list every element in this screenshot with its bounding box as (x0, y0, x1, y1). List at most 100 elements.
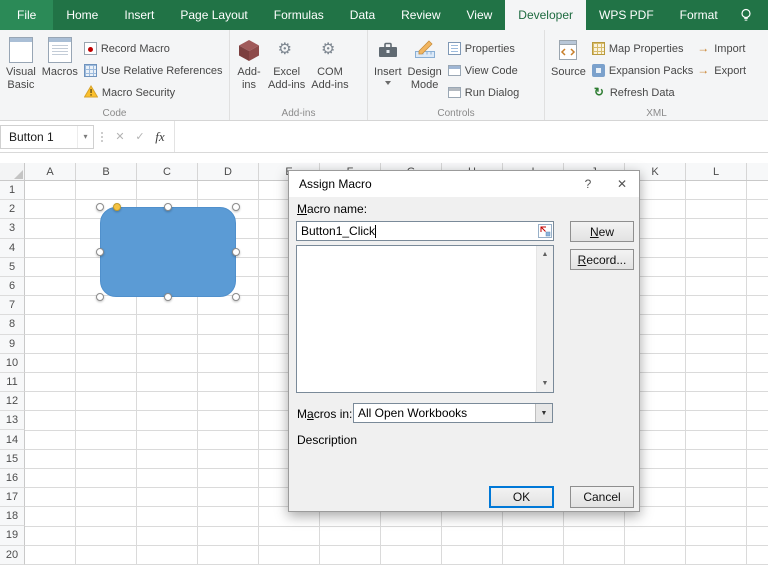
tab-data[interactable]: Data (337, 0, 388, 30)
scroll-down-icon[interactable]: ▼ (537, 375, 553, 392)
scroll-up-icon[interactable]: ▲ (537, 246, 553, 263)
record-macro-button[interactable]: Record Macro (83, 41, 223, 56)
row-header-16[interactable]: 16 (0, 468, 25, 488)
row-header-4[interactable]: 4 (0, 238, 25, 258)
visual-basic-button[interactable]: Visual Basic (3, 32, 39, 106)
refresh-data-button[interactable]: ↻ Refresh Data (592, 85, 693, 100)
com-addins-button[interactable]: ⚙ COM Add-ins (308, 32, 351, 106)
dialog-help-button[interactable]: ? (571, 171, 605, 197)
row-header-13[interactable]: 13 (0, 411, 25, 431)
column-header-M[interactable]: M (747, 163, 768, 180)
macros-in-select[interactable]: All Open Workbooks ▼ (353, 403, 553, 423)
grid-line-vertical (685, 181, 686, 565)
tab-page-layout[interactable]: Page Layout (167, 0, 260, 30)
tab-developer[interactable]: Developer (505, 0, 586, 30)
collapse-dialog-icon[interactable] (538, 224, 552, 238)
ribbon-tab-bar: File Home Insert Page Layout Formulas Data Rev… (0, 0, 768, 30)
ok-button[interactable]: OK (489, 486, 554, 508)
row-header-11[interactable]: 11 (0, 372, 25, 393)
row-header-14[interactable]: 14 (0, 430, 25, 450)
cancel-button[interactable]: Cancel (570, 486, 634, 508)
properties-button[interactable]: Properties (447, 41, 519, 56)
row-header-18[interactable]: 18 (0, 507, 25, 527)
addins-button[interactable]: Add- ins (233, 32, 265, 106)
row-header-2[interactable]: 2 (0, 200, 25, 220)
import-button[interactable]: → Import (696, 41, 746, 56)
row-header-7[interactable]: 7 (0, 296, 25, 316)
shape-handle-bottom-middle[interactable] (164, 293, 172, 301)
row-header-6[interactable]: 6 (0, 276, 25, 297)
column-header-B[interactable]: B (76, 163, 137, 180)
tab-home[interactable]: Home (53, 0, 111, 30)
shape-handle-middle-right[interactable] (232, 248, 240, 256)
tab-review[interactable]: Review (388, 0, 453, 30)
record-button[interactable]: Record... (570, 249, 634, 270)
xml-source-icon (556, 37, 580, 63)
use-relative-references-button[interactable]: Use Relative References (83, 63, 223, 78)
ribbon-group-code: Visual Basic Macros Record Macro Use Rel… (0, 30, 230, 120)
tab-file[interactable]: File (0, 0, 54, 30)
row-header-19[interactable]: 19 (0, 526, 25, 546)
run-dialog-button[interactable]: Run Dialog (447, 85, 519, 100)
design-mode-button[interactable]: Design Mode (405, 32, 445, 106)
row-header-8[interactable]: 8 (0, 315, 25, 335)
macro-name-input[interactable]: Button1_Click (296, 221, 554, 241)
ribbon: Visual Basic Macros Record Macro Use Rel… (0, 30, 768, 121)
formula-cancel-icon[interactable]: ✕ (110, 130, 130, 143)
row-header-1[interactable]: 1 (0, 181, 25, 201)
shape-handle-bottom-left[interactable] (96, 293, 104, 301)
tab-format[interactable]: Format (667, 0, 731, 30)
excel-addins-button[interactable]: ⚙ Excel Add-ins (265, 32, 308, 106)
tab-view[interactable]: View (454, 0, 506, 30)
row-header-15[interactable]: 15 (0, 449, 25, 469)
map-properties-button[interactable]: Map Properties (591, 41, 693, 56)
source-button[interactable]: Source (548, 32, 589, 106)
tab-formulas[interactable]: Formulas (261, 0, 337, 30)
row-header-20[interactable]: 20 (0, 545, 25, 565)
macros-button[interactable]: Macros (39, 32, 81, 106)
combo-dropdown-icon[interactable]: ▼ (535, 404, 552, 422)
name-box-value: Button 1 (9, 129, 54, 144)
xml-small-buttons-1: Map Properties Expansion Packs ↻ Refresh… (591, 32, 693, 100)
row-header-9[interactable]: 9 (0, 334, 25, 354)
expansion-packs-button[interactable]: Expansion Packs (591, 63, 693, 78)
row-header-12[interactable]: 12 (0, 392, 25, 412)
shape-handle-top-right[interactable] (232, 203, 240, 211)
formula-input[interactable] (174, 121, 768, 152)
tab-wps-pdf[interactable]: WPS PDF (586, 0, 667, 30)
shape-handle-top-left[interactable] (96, 203, 104, 211)
name-box-dropdown-icon[interactable]: ▾ (77, 125, 93, 148)
dialog-title-bar[interactable]: Assign Macro ? ✕ (289, 171, 639, 197)
name-box[interactable]: Button 1 ▾ (0, 124, 94, 149)
formula-enter-icon[interactable]: ✓ (130, 130, 150, 143)
shape-handle-middle-left[interactable] (96, 248, 104, 256)
design-mode-icon (413, 37, 437, 63)
row-header-17[interactable]: 17 (0, 488, 25, 508)
insert-function-icon[interactable]: fx (150, 129, 170, 145)
view-code-button[interactable]: View Code (447, 63, 519, 78)
properties-icon (447, 42, 461, 55)
column-header-L[interactable]: L (686, 163, 747, 180)
shape-handle-bottom-right[interactable] (232, 293, 240, 301)
tab-insert[interactable]: Insert (111, 0, 167, 30)
column-header-A[interactable]: A (25, 163, 76, 180)
macro-list[interactable]: ▲ ▼ (296, 245, 554, 393)
insert-control-button[interactable]: Insert (371, 32, 405, 106)
tell-me-bulb-icon[interactable] (738, 0, 768, 30)
shape-adjust-handle[interactable] (113, 203, 121, 211)
dialog-close-button[interactable]: ✕ (605, 171, 639, 197)
row-header-5[interactable]: 5 (0, 257, 25, 277)
macro-name-label: Macro name: (297, 202, 368, 216)
column-header-C[interactable]: C (137, 163, 198, 180)
button-shape[interactable] (100, 207, 236, 297)
macro-security-button[interactable]: Macro Security (83, 84, 223, 100)
export-button[interactable]: → Export (696, 63, 746, 78)
row-header-10[interactable]: 10 (0, 353, 25, 373)
row-header-3[interactable]: 3 (0, 219, 25, 239)
dropdown-arrow-icon (384, 80, 391, 85)
macro-list-scrollbar[interactable]: ▲ ▼ (536, 246, 553, 392)
column-header-D[interactable]: D (198, 163, 259, 180)
select-all-corner[interactable] (0, 163, 25, 181)
shape-handle-top-middle[interactable] (164, 203, 172, 211)
new-button[interactable]: New (570, 221, 634, 242)
